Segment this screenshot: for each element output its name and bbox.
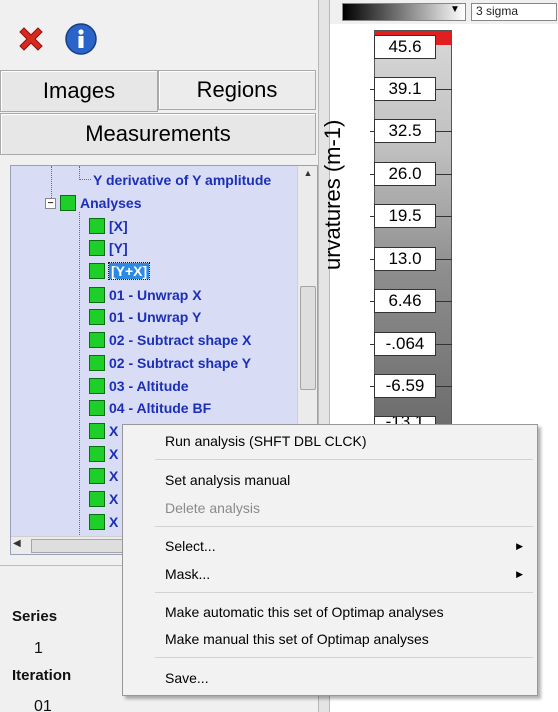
tab-images[interactable]: Images xyxy=(0,70,158,112)
dropdown-arrow-icon[interactable]: ▼ xyxy=(450,4,460,15)
green-square-icon xyxy=(89,514,105,530)
app-window: Images Regions Measurements Y derivative… xyxy=(0,0,558,712)
tree-item-altitude[interactable]: 03 - Altitude xyxy=(89,375,189,397)
tree-item-label: X xyxy=(109,446,119,462)
menu-separator xyxy=(155,526,533,527)
context-menu: Run analysis (SHFT DBL CLCK) Set analysi… xyxy=(122,424,538,696)
tree-item-x[interactable]: [X] xyxy=(89,215,128,237)
iteration-label: Iteration xyxy=(12,667,72,684)
tick-label: 26.0 xyxy=(374,162,436,186)
menu-item-run-analysis[interactable]: Run analysis (SHFT DBL CLCK) xyxy=(165,428,367,454)
red-x-icon[interactable] xyxy=(14,22,48,56)
menu-item-mask[interactable]: Mask... xyxy=(165,561,210,587)
toolbar xyxy=(0,0,322,70)
colorbar-axis-label: urvatures (m-1) xyxy=(320,119,345,270)
green-square-icon xyxy=(89,378,105,394)
green-square-icon xyxy=(89,263,105,279)
menu-item-select[interactable]: Select... xyxy=(165,533,216,559)
tick-label: -6.59 xyxy=(374,374,436,398)
blue-info-icon[interactable] xyxy=(64,22,98,56)
tree-item[interactable]: X xyxy=(89,511,118,533)
tab-measurements[interactable]: Measurements xyxy=(0,113,316,155)
green-square-icon xyxy=(89,423,105,439)
scroll-up-arrow-icon[interactable]: ▲ xyxy=(298,168,317,184)
sigma-select[interactable]: 3 sigma xyxy=(471,3,557,21)
green-square-icon xyxy=(60,195,76,211)
menu-item-set-analysis-manual[interactable]: Set analysis manual xyxy=(165,467,290,493)
tick-label: 6.46 xyxy=(374,289,436,313)
tree-item-label: 01 - Unwrap Y xyxy=(109,309,202,325)
tree-item-y-plus-x[interactable]: [Y+X] xyxy=(89,260,151,282)
tree-item[interactable]: X xyxy=(89,443,118,465)
tree-connector xyxy=(79,212,80,537)
tab-images-label: Images xyxy=(42,78,116,103)
scroll-thumb[interactable] xyxy=(300,286,316,390)
green-square-icon xyxy=(89,240,105,256)
tab-regions-label: Regions xyxy=(196,77,278,102)
tree-item-analyses[interactable]: − Analyses xyxy=(45,192,141,214)
tree-item-y-derivative[interactable]: Y derivative of Y amplitude xyxy=(93,169,271,191)
tree-item[interactable]: X xyxy=(89,488,118,510)
menu-separator xyxy=(155,592,533,593)
tab-regions[interactable]: Regions xyxy=(158,70,316,110)
scroll-left-arrow-icon[interactable]: ◀ xyxy=(13,538,21,549)
tree-connector xyxy=(79,166,80,180)
tree-item-unwrap-y[interactable]: 01 - Unwrap Y xyxy=(89,306,201,328)
tree-connector xyxy=(79,179,91,180)
submenu-arrow-icon: ▶ xyxy=(516,541,523,551)
tick-label: -.064 xyxy=(374,332,436,356)
green-square-icon xyxy=(89,309,105,325)
colormap-toolbar: ▼ 3 sigma xyxy=(330,0,558,24)
series-label: Series xyxy=(12,608,58,625)
tab-measurements-label: Measurements xyxy=(85,121,231,146)
menu-separator xyxy=(155,459,533,460)
menu-item-make-automatic[interactable]: Make automatic this set of Optimap analy… xyxy=(165,599,444,625)
green-square-icon xyxy=(89,332,105,348)
series-value: 1 xyxy=(34,640,43,657)
tree-item-label: 02 - Subtract shape Y xyxy=(109,355,252,371)
tree-item-label-selected: [Y+X] xyxy=(107,262,151,280)
green-square-icon xyxy=(89,218,105,234)
collapse-icon[interactable]: − xyxy=(45,197,56,209)
tick-label: 45.6 xyxy=(374,35,436,59)
submenu-arrow-icon: ▶ xyxy=(516,569,523,579)
iteration-value: 01 xyxy=(34,698,52,712)
menu-separator xyxy=(155,657,533,658)
tree-item-label: [X] xyxy=(109,218,128,234)
menu-item-delete-analysis: Delete analysis xyxy=(165,500,260,516)
tree-item-label: X xyxy=(109,468,119,484)
tree-item-unwrap-x[interactable]: 01 - Unwrap X xyxy=(89,284,202,306)
tree-item-subtract-shape-y[interactable]: 02 - Subtract shape Y xyxy=(89,352,251,374)
tree-item-label: Analyses xyxy=(80,195,142,211)
tree-item-subtract-shape-x[interactable]: 02 - Subtract shape X xyxy=(89,329,251,351)
tree-item-label: X xyxy=(109,514,119,530)
green-square-icon xyxy=(89,468,105,484)
tree-item-label: X xyxy=(109,423,119,439)
tree-item-label: Y derivative of Y amplitude xyxy=(93,172,272,188)
tree-item-label: 03 - Altitude xyxy=(109,378,189,394)
tree-item-label: 04 - Altitude BF xyxy=(109,400,212,416)
tree-item[interactable]: X xyxy=(89,420,118,442)
tree-item-label: [Y] xyxy=(109,240,128,256)
green-square-icon xyxy=(89,287,105,303)
tree-item-label: 02 - Subtract shape X xyxy=(109,332,252,348)
green-square-icon xyxy=(89,355,105,371)
colormap-select[interactable] xyxy=(342,3,466,21)
tick-label: 32.5 xyxy=(374,119,436,143)
tick-label: 19.5 xyxy=(374,204,436,228)
menu-item-make-manual[interactable]: Make manual this set of Optimap analyses xyxy=(165,626,429,652)
tick-label: 39.1 xyxy=(374,77,436,101)
tree-item-label: 01 - Unwrap X xyxy=(109,287,202,303)
tree-item-y[interactable]: [Y] xyxy=(89,237,128,259)
menu-item-save[interactable]: Save... xyxy=(165,665,209,691)
green-square-icon xyxy=(89,491,105,507)
tree-item[interactable]: X xyxy=(89,465,118,487)
tree-item-altitude-bf[interactable]: 04 - Altitude BF xyxy=(89,397,211,419)
tick-label: 13.0 xyxy=(374,247,436,271)
tree-item-label: X xyxy=(109,491,119,507)
green-square-icon xyxy=(89,400,105,416)
green-square-icon xyxy=(89,446,105,462)
